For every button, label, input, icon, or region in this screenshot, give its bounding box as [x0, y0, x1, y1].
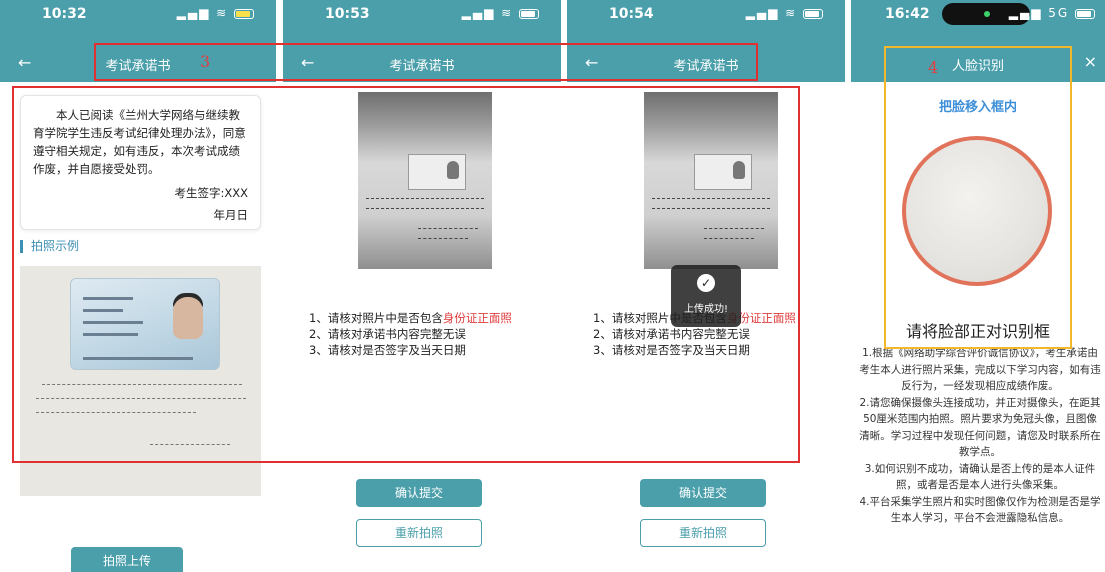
- instructions: 1.根据《网络助学综合评价诚信协议》，考生承诺由考生本人进行照片采集，完成以下学…: [859, 345, 1101, 527]
- battery-icon: [803, 8, 823, 19]
- upload-photo-button[interactable]: 拍照上传: [71, 547, 183, 572]
- status-time: 16:42: [885, 6, 930, 22]
- status-icons: ▂▄▆ ≋: [177, 6, 254, 20]
- network-label: 5G: [1048, 6, 1070, 20]
- battery-icon: [519, 8, 539, 19]
- status-icons: ▂▄▆ 5G: [1009, 6, 1095, 20]
- annotation-frame-content: [12, 86, 800, 463]
- instruction-item: 3.如何识别不成功，请确认是否上传的是本人证件照，或者是否是本人进行头像采集。: [864, 462, 1096, 492]
- retake-photo-button[interactable]: 重新拍照: [356, 519, 482, 547]
- status-icons: ▂▄▆ ≋: [462, 6, 539, 20]
- status-time: 10:32: [42, 6, 87, 22]
- annotation-frame-face: [884, 46, 1072, 349]
- battery-icon: [234, 8, 254, 19]
- annotation-frame-title: [94, 43, 758, 81]
- battery-icon: [1075, 8, 1095, 19]
- confirm-submit-button[interactable]: 确认提交: [356, 479, 482, 507]
- status-icons: ▂▄▆ ≋: [746, 6, 823, 20]
- instruction-item: 1.根据《网络助学综合评价诚信协议》，考生承诺由考生本人进行照片采集，完成以下学…: [859, 347, 1101, 392]
- instruction-item: 2.请您确保摄像头连接成功，并正对摄像头，在距其50厘米范围内拍照。照片要求为免…: [859, 396, 1101, 459]
- confirm-submit-button[interactable]: 确认提交: [640, 479, 766, 507]
- instruction-item: 4.平台采集学生照片和实时图像仅作为检测是否是学生本人学习，平台不会泄露隐私信息…: [859, 495, 1101, 525]
- retake-photo-button[interactable]: 重新拍照: [640, 519, 766, 547]
- close-icon[interactable]: ×: [1084, 52, 1097, 71]
- status-time: 10:54: [609, 6, 654, 22]
- status-time: 10:53: [325, 6, 370, 22]
